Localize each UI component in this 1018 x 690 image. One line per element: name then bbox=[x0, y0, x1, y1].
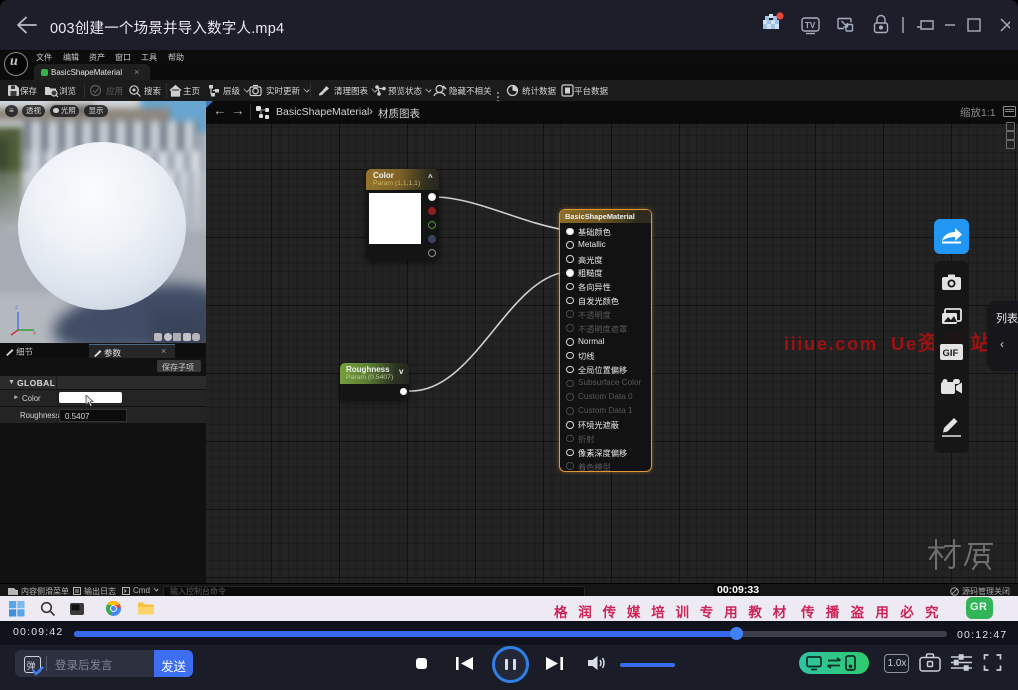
svg-text:z: z bbox=[15, 305, 18, 311]
svg-text:x: x bbox=[33, 331, 36, 336]
svg-text:GIF: GIF bbox=[943, 348, 959, 359]
svg-text:TV: TV bbox=[805, 21, 816, 30]
